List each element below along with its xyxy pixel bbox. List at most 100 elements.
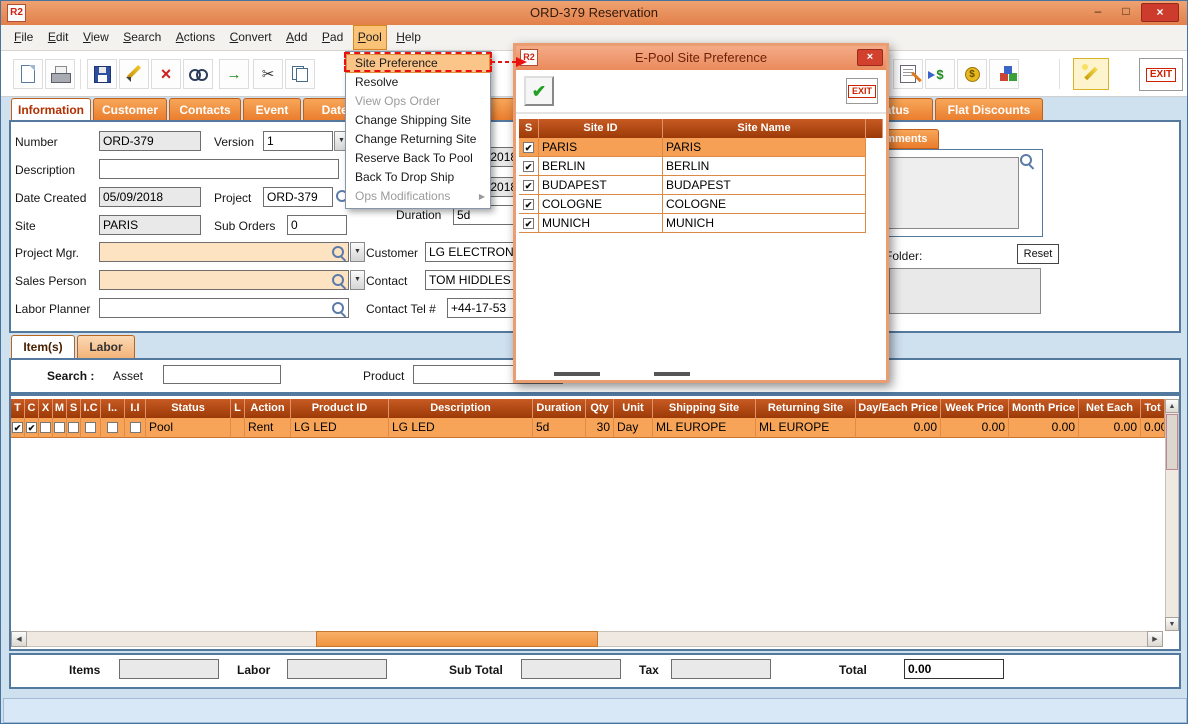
copy-button[interactable] <box>285 59 315 89</box>
labor-planner-field[interactable] <box>99 298 349 318</box>
col-action[interactable]: Action <box>245 399 291 418</box>
maximize-button[interactable]: □ <box>1113 3 1139 22</box>
row-checkbox-s[interactable] <box>68 422 79 433</box>
row-checkbox-ic[interactable] <box>85 422 96 433</box>
minimize-button[interactable]: – <box>1085 3 1111 22</box>
site-id-cell[interactable]: COLOGNE <box>539 195 663 214</box>
exit-button[interactable]: EXIT <box>1139 58 1183 91</box>
menu-item-change-shipping-site[interactable]: Change Shipping Site <box>346 111 490 130</box>
site-checkbox-munich[interactable]: ✔ <box>523 218 534 229</box>
cell-month-price[interactable]: 0.00 <box>1009 418 1079 438</box>
row-checkbox-x[interactable] <box>40 422 51 433</box>
dialog-col-site-name[interactable]: Site Name <box>663 119 866 138</box>
site-checkbox-budapest[interactable]: ✔ <box>523 180 534 191</box>
col-t[interactable]: T <box>11 399 25 418</box>
comments-search-icon[interactable] <box>1019 153 1034 168</box>
cell-description[interactable]: LG LED <box>389 418 533 438</box>
site-name-cell[interactable]: MUNICH <box>663 214 866 233</box>
save-button[interactable] <box>87 59 117 89</box>
packages-button[interactable] <box>989 59 1019 89</box>
project-mgr-dropdown-button[interactable]: ▼ <box>350 242 365 262</box>
menu-pad[interactable]: Pad <box>317 25 348 50</box>
cell-day-each-price[interactable]: 0.00 <box>856 418 941 438</box>
site-name-cell[interactable]: BERLIN <box>663 157 866 176</box>
site-checkbox-cologne[interactable]: ✔ <box>523 199 534 210</box>
site-name-cell[interactable]: BUDAPEST <box>663 176 866 195</box>
cell-unit[interactable]: Day <box>614 418 653 438</box>
project-mgr-search-icon[interactable] <box>331 245 346 260</box>
project-field[interactable]: ORD-379 <box>263 187 333 207</box>
col-week-price[interactable]: Week Price <box>941 399 1009 418</box>
menu-item-view-ops-order[interactable]: View Ops Order <box>346 92 490 111</box>
tab-information[interactable]: Information <box>11 98 91 121</box>
menu-edit[interactable]: Edit <box>43 25 74 50</box>
cell-tot[interactable]: 0.00 <box>1141 418 1165 438</box>
new-button[interactable] <box>13 59 43 89</box>
col-ii[interactable]: I.I <box>125 399 146 418</box>
dialog-close-button[interactable]: × <box>857 49 883 66</box>
print-button[interactable] <box>45 59 75 89</box>
cell-shipping-site[interactable]: ML EUROPE <box>653 418 756 438</box>
col-i[interactable]: I.. <box>101 399 125 418</box>
menu-item-back-to-drop-ship[interactable]: Back To Drop Ship <box>346 168 490 187</box>
labor-planner-search-icon[interactable] <box>331 301 346 316</box>
menu-item-change-returning-site[interactable]: Change Returning Site <box>346 130 490 149</box>
col-status[interactable]: Status <box>146 399 231 418</box>
row-checkbox-c[interactable]: ✔ <box>26 422 37 433</box>
tab-labor[interactable]: Labor <box>77 335 135 358</box>
tab-flat-discounts[interactable]: Flat Discounts <box>935 98 1043 121</box>
cell-action[interactable]: Rent <box>245 418 291 438</box>
row-checkbox-t[interactable]: ✔ <box>12 422 23 433</box>
tab-customer[interactable]: Customer <box>93 98 167 121</box>
cell-status[interactable]: Pool <box>146 418 231 438</box>
dialog-col-site-id[interactable]: Site ID <box>539 119 663 138</box>
site-id-cell[interactable]: BUDAPEST <box>539 176 663 195</box>
cut-button[interactable]: ✂ <box>253 59 283 89</box>
version-field[interactable]: 1 <box>263 131 333 151</box>
col-net-each[interactable]: Net Each <box>1079 399 1141 418</box>
scroll-up-button[interactable]: ▲ <box>1165 399 1179 413</box>
vertical-scroll-thumb[interactable] <box>1166 414 1178 470</box>
menu-item-resolve[interactable]: Resolve <box>346 73 490 92</box>
find-button[interactable] <box>183 59 213 89</box>
menu-actions[interactable]: Actions <box>171 25 220 50</box>
col-day-each-price[interactable]: Day/Each Price <box>856 399 941 418</box>
menu-item-site-preference[interactable]: Site Preference <box>346 54 490 73</box>
tab-items[interactable]: Item(s) <box>11 335 75 358</box>
dialog-exit-button[interactable]: EXIT <box>846 78 878 104</box>
col-returning-site[interactable]: Returning Site <box>756 399 856 418</box>
convert-button[interactable]: → <box>219 59 249 89</box>
site-name-cell[interactable]: PARIS <box>663 138 866 157</box>
scroll-left-button[interactable]: ◀ <box>11 631 27 647</box>
col-month-price[interactable]: Month Price <box>1009 399 1079 418</box>
sales-person-field[interactable] <box>99 270 349 290</box>
close-button[interactable]: × <box>1141 3 1179 22</box>
menu-item-reserve-back-to-pool[interactable]: Reserve Back To Pool <box>346 149 490 168</box>
horizontal-scroll-thumb[interactable] <box>316 631 598 647</box>
tab-contacts[interactable]: Contacts <box>169 98 241 121</box>
reset-button[interactable]: Reset <box>1017 244 1059 264</box>
col-qty[interactable]: Qty <box>586 399 614 418</box>
site-id-cell[interactable]: PARIS <box>539 138 663 157</box>
scroll-right-button[interactable]: ▶ <box>1147 631 1163 647</box>
dialog-col-s[interactable]: S <box>519 119 539 138</box>
col-c[interactable]: C <box>25 399 39 418</box>
cell-returning-site[interactable]: ML EUROPE <box>756 418 856 438</box>
col-x[interactable]: X <box>39 399 53 418</box>
col-description[interactable]: Description <box>389 399 533 418</box>
menu-search[interactable]: Search <box>118 25 166 50</box>
col-unit[interactable]: Unit <box>614 399 653 418</box>
folder-field[interactable] <box>889 268 1041 314</box>
cell-product-id[interactable]: LG LED <box>291 418 389 438</box>
cell-l[interactable] <box>231 418 245 438</box>
col-duration[interactable]: Duration <box>533 399 586 418</box>
row-checkbox-m[interactable] <box>54 422 65 433</box>
row-checkbox-i[interactable] <box>107 422 118 433</box>
payment-button[interactable]: $ <box>925 59 955 89</box>
site-id-cell[interactable]: BERLIN <box>539 157 663 176</box>
wizard-button[interactable] <box>1073 58 1109 90</box>
cell-duration[interactable]: 5d <box>533 418 586 438</box>
site-name-cell[interactable]: COLOGNE <box>663 195 866 214</box>
col-m[interactable]: M <box>53 399 67 418</box>
menu-add[interactable]: Add <box>281 25 312 50</box>
